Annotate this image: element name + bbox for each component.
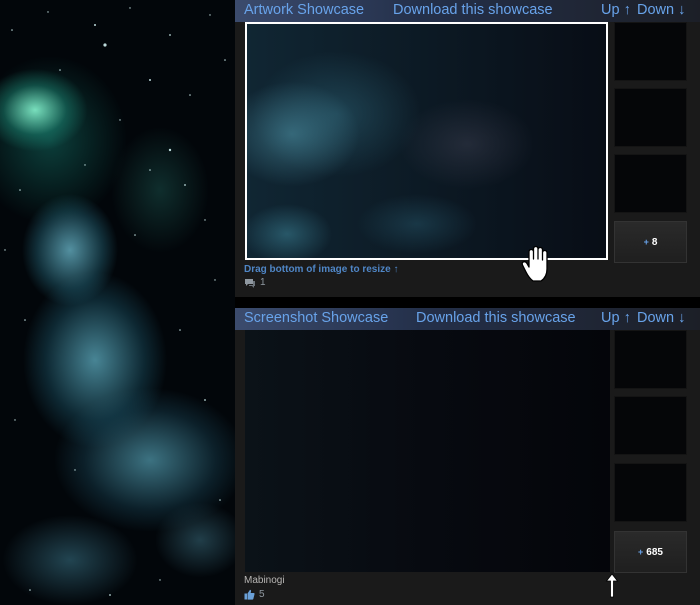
space-background-image: [0, 0, 235, 605]
comment-icon: [245, 278, 255, 288]
artwork-showcase-title: Artwork Showcase: [244, 2, 365, 18]
artwork-more-count: 8: [651, 236, 658, 248]
screenshot-more-count: 685: [646, 546, 663, 558]
starfield: [4, 7, 226, 596]
plus-icon: +: [643, 237, 649, 247]
download-showcase-link[interactable]: Download this showcase: [416, 310, 576, 326]
resize-hint-text: Drag bottom of image to resize ↑: [244, 264, 399, 275]
resize-up-arrow-cursor-icon: [605, 573, 619, 598]
artwork-showcase-header: Artwork Showcase Download this showcase …: [235, 0, 700, 22]
screenshot-main-image[interactable]: [245, 330, 610, 572]
move-down-link[interactable]: Down ↓: [637, 310, 685, 326]
download-showcase-link[interactable]: Download this showcase: [393, 2, 553, 18]
screenshot-more-button[interactable]: +685: [614, 531, 687, 573]
screenshot-showcase-title: Screenshot Showcase: [244, 310, 389, 326]
artwork-thumbnail-3[interactable]: [614, 154, 687, 213]
move-up-link[interactable]: Up ↑: [601, 310, 631, 326]
artwork-thumbnail-1[interactable]: [614, 22, 687, 81]
game-name-label[interactable]: Mabinogi: [244, 575, 285, 586]
screenshot-showcase-header: Screenshot Showcase Download this showca…: [235, 308, 700, 330]
hand-grab-cursor-icon: [521, 245, 548, 282]
comment-count: 1: [260, 277, 266, 288]
rating-count: 5: [259, 589, 265, 600]
artwork-comments[interactable]: 1: [244, 277, 266, 288]
screenshot-thumbnail-1[interactable]: [614, 330, 687, 389]
screenshot-thumbnail-3[interactable]: [614, 463, 687, 522]
move-down-link[interactable]: Down ↓: [637, 2, 685, 18]
screenshot-thumbnail-2[interactable]: [614, 396, 687, 455]
plus-icon: +: [638, 547, 644, 557]
screenshot-rating[interactable]: 5: [244, 589, 265, 600]
move-up-link[interactable]: Up ↑: [601, 2, 631, 18]
thumbs-up-icon: [244, 589, 255, 600]
artwork-main-image[interactable]: [245, 22, 608, 260]
artwork-thumbnail-2[interactable]: [614, 88, 687, 147]
artwork-more-button[interactable]: +8: [614, 221, 687, 263]
